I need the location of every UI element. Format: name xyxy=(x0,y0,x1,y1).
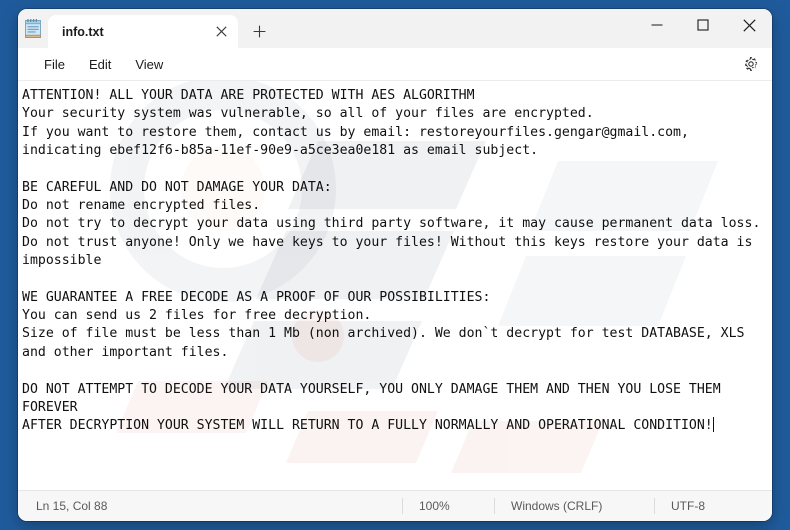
window-controls xyxy=(634,9,772,48)
tab-strip: info.txt xyxy=(48,9,634,48)
minimize-button[interactable] xyxy=(634,9,680,41)
menu-item-view[interactable]: View xyxy=(123,53,175,76)
gear-icon[interactable] xyxy=(736,51,766,77)
notepad-window: info.txt File Edit View ATTENTION! ALL Y… xyxy=(18,9,772,521)
menu-item-file[interactable]: File xyxy=(32,53,77,76)
menu-item-edit[interactable]: Edit xyxy=(77,53,123,76)
status-cursor-position: Ln 15, Col 88 xyxy=(36,499,108,513)
editor-area[interactable]: ATTENTION! ALL YOUR DATA ARE PROTECTED W… xyxy=(18,81,772,490)
close-button[interactable] xyxy=(726,9,772,41)
status-bar: Ln 15, Col 88 100% Windows (CRLF) UTF-8 xyxy=(18,490,772,521)
tab-info-txt[interactable]: info.txt xyxy=(48,15,238,48)
close-icon[interactable] xyxy=(208,20,234,44)
maximize-button[interactable] xyxy=(680,9,726,41)
text-content[interactable]: ATTENTION! ALL YOUR DATA ARE PROTECTED W… xyxy=(18,81,772,490)
new-tab-button[interactable] xyxy=(242,16,276,46)
status-encoding[interactable]: UTF-8 xyxy=(654,498,772,514)
status-zoom-level[interactable]: 100% xyxy=(402,498,494,514)
text-caret xyxy=(712,417,715,433)
tab-label: info.txt xyxy=(62,24,104,39)
note-text: ATTENTION! ALL YOUR DATA ARE PROTECTED W… xyxy=(22,88,761,434)
status-line-ending[interactable]: Windows (CRLF) xyxy=(494,498,654,514)
menu-bar: File Edit View xyxy=(18,48,772,81)
title-bar: info.txt xyxy=(18,9,772,48)
notepad-icon xyxy=(18,9,48,48)
